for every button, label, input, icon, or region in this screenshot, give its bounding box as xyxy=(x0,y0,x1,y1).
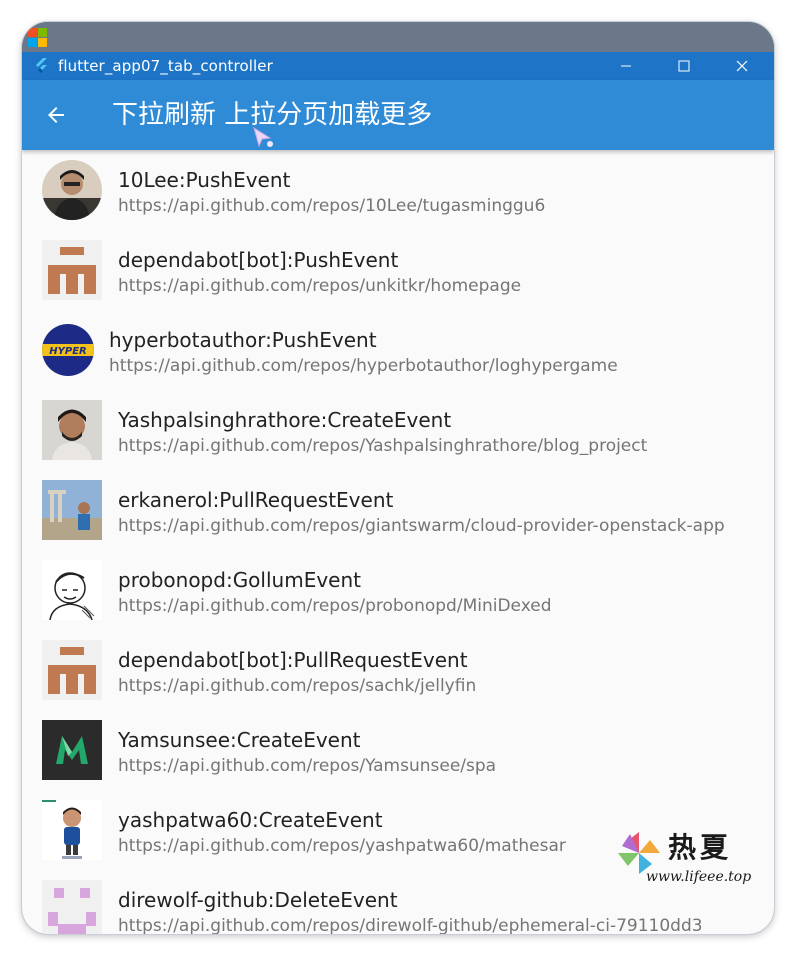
event-url: https://api.github.com/repos/Yashpalsing… xyxy=(118,436,648,456)
window-titlebar: flutter_app07_tab_controller xyxy=(22,52,774,80)
avatar xyxy=(42,720,102,780)
identicon-avatar xyxy=(42,640,102,700)
watermark: 热夏 www.lifeee.top xyxy=(616,830,756,890)
windows-logo-icon xyxy=(28,28,47,47)
avatar xyxy=(42,560,102,620)
event-title: dependabot[bot]:PushEvent xyxy=(118,248,399,272)
avatar: HYPER xyxy=(42,324,94,376)
list-item[interactable]: erkanerol:PullRequestEvent https://api.g… xyxy=(22,470,774,550)
event-url: https://api.github.com/repos/10Lee/tugas… xyxy=(118,196,546,216)
event-title: probonopd:GollumEvent xyxy=(118,568,361,592)
list-item[interactable]: 10Lee:PushEvent https://api.github.com/r… xyxy=(22,150,774,230)
event-title: direwolf-github:DeleteEvent xyxy=(118,888,398,912)
maximize-icon xyxy=(678,60,690,72)
svg-text:HYPER: HYPER xyxy=(49,346,86,357)
event-url: https://api.github.com/repos/giantswarm/… xyxy=(118,516,725,536)
list-item[interactable]: dependabot[bot]:PushEvent https://api.gi… xyxy=(22,230,774,310)
event-title: yashpatwa60:CreateEvent xyxy=(118,808,383,832)
event-url: https://api.github.com/repos/Yamsunsee/s… xyxy=(118,756,497,776)
event-url: https://api.github.com/repos/unkitkr/hom… xyxy=(118,276,522,296)
window-title: flutter_app07_tab_controller xyxy=(58,57,273,75)
desktop-strip xyxy=(22,22,774,52)
photo-avatar xyxy=(42,160,102,220)
event-url: https://api.github.com/repos/yashpatwa60… xyxy=(118,836,566,856)
arrow-back-icon[interactable] xyxy=(44,103,68,127)
watermark-name: 热夏 xyxy=(668,831,733,864)
minimize-icon xyxy=(621,65,631,67)
event-title: hyperbotauthor:PushEvent xyxy=(109,328,377,352)
event-url: https://api.github.com/repos/probonopd/M… xyxy=(118,596,552,616)
flutter-icon xyxy=(36,58,47,73)
list-item[interactable]: probonopd:GollumEvent https://api.github… xyxy=(22,550,774,630)
app-window: flutter_app07_tab_controller 下拉刷新 上拉分页加载… xyxy=(22,22,774,934)
avatar xyxy=(42,640,102,700)
minimize-button[interactable] xyxy=(597,52,655,80)
photo-avatar xyxy=(42,480,102,540)
cursor-sparkle-icon xyxy=(253,126,273,148)
event-title: dependabot[bot]:PullRequestEvent xyxy=(118,648,468,672)
avatar xyxy=(42,160,102,220)
hyper-logo-avatar: HYPER xyxy=(42,324,94,376)
avatar xyxy=(42,480,102,540)
avatar xyxy=(42,400,102,460)
photo-avatar xyxy=(42,400,102,460)
event-url: https://api.github.com/repos/direwolf-gi… xyxy=(118,916,703,934)
avatar xyxy=(42,800,102,860)
cartoon-avatar xyxy=(42,800,102,860)
event-url: https://api.github.com/repos/hyperbotaut… xyxy=(109,356,618,376)
maximize-button[interactable] xyxy=(655,52,713,80)
event-url: https://api.github.com/repos/sachk/jelly… xyxy=(118,676,477,696)
event-list[interactable]: 10Lee:PushEvent https://api.github.com/r… xyxy=(22,150,774,934)
event-title: erkanerol:PullRequestEvent xyxy=(118,488,394,512)
app-bar: 下拉刷新 上拉分页加载更多 xyxy=(22,80,774,150)
event-title: Yashpalsinghrathore:CreateEvent xyxy=(118,408,452,432)
list-item[interactable]: HYPER hyperbotauthor:PushEvent https://a… xyxy=(22,310,774,390)
event-title: Yamsunsee:CreateEvent xyxy=(118,728,361,752)
avatar xyxy=(42,880,102,934)
avatar xyxy=(42,240,102,300)
identicon-avatar xyxy=(42,240,102,300)
close-button[interactable] xyxy=(713,52,771,80)
list-item[interactable]: dependabot[bot]:PullRequestEvent https:/… xyxy=(22,630,774,710)
watermark-url: www.lifeee.top xyxy=(646,869,752,885)
list-item[interactable]: Yamsunsee:CreateEvent https://api.github… xyxy=(22,710,774,790)
sketch-avatar xyxy=(42,560,102,620)
list-item[interactable]: Yashpalsinghrathore:CreateEvent https://… xyxy=(22,390,774,470)
close-icon xyxy=(736,60,748,72)
identicon-avatar xyxy=(42,880,102,934)
m-logo-avatar xyxy=(42,720,102,780)
event-title: 10Lee:PushEvent xyxy=(118,168,291,192)
